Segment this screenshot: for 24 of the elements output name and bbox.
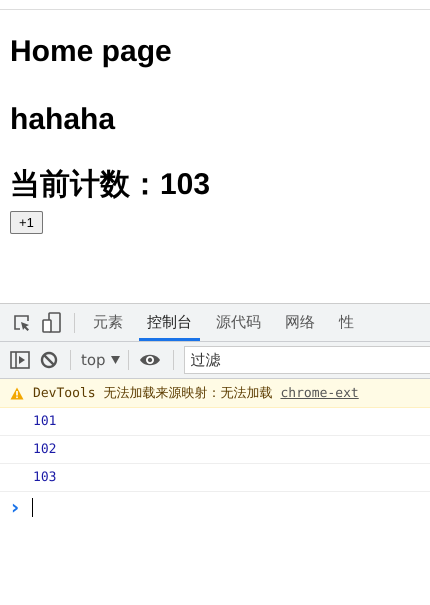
- devtools-tab[interactable]: 性: [331, 304, 362, 341]
- heading: Home page: [10, 34, 172, 70]
- warning-message: DevTools 无法加载来源映射：无法加载: [33, 385, 272, 402]
- filter-field[interactable]: 过滤: [184, 346, 430, 374]
- log-message: 102: [33, 442, 56, 457]
- context-selector[interactable]: top: [81, 351, 120, 369]
- increment-button[interactable]: +1: [10, 211, 43, 234]
- devtools-tab[interactable]: 元素: [85, 304, 131, 341]
- heading: hahaha: [10, 102, 116, 138]
- eye-icon[interactable]: [138, 353, 161, 367]
- clear-icon[interactable]: [40, 351, 58, 369]
- inspect-icon[interactable]: [12, 312, 32, 332]
- devtools-tab[interactable]: 网络: [277, 304, 323, 341]
- caret-icon: [110, 356, 120, 364]
- device-icon[interactable]: [42, 312, 62, 334]
- devtools-tab[interactable]: 源代码: [208, 304, 269, 341]
- source-link[interactable]: chrome-ext: [280, 386, 359, 400]
- sidebar-icon[interactable]: [10, 351, 30, 369]
- heading: 当前计数：103: [10, 167, 210, 203]
- warning-icon: [10, 386, 24, 400]
- text-cursor[interactable]: [32, 498, 34, 516]
- log-message: 103: [33, 470, 56, 485]
- prompt-icon: ›: [11, 497, 20, 517]
- log-message: 101: [33, 414, 56, 429]
